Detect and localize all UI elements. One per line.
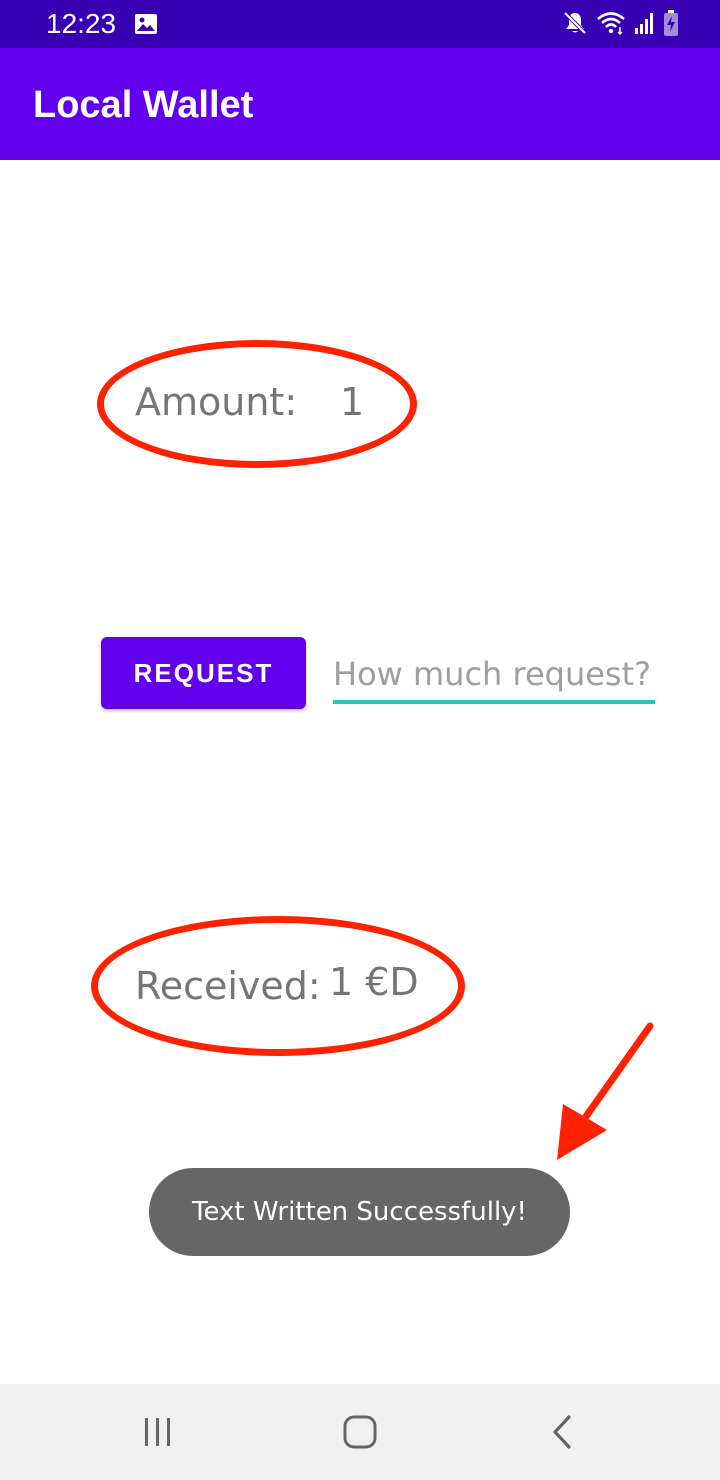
received-label: Received: xyxy=(135,964,321,1008)
recents-button[interactable] xyxy=(98,1384,218,1480)
amount-value: 1 xyxy=(340,380,365,424)
toast-text: Text Written Successfully! xyxy=(192,1197,527,1227)
app-bar: Local Wallet xyxy=(0,48,720,160)
back-icon xyxy=(553,1415,571,1449)
amount-label: Amount: xyxy=(135,380,298,424)
toast-message: Text Written Successfully! xyxy=(149,1168,570,1256)
main-content: Amount: 1 REQUEST Received: 1 €D Text Wr… xyxy=(0,160,720,1384)
recents-icon xyxy=(145,1418,170,1446)
mute-icon xyxy=(562,10,588,41)
home-button[interactable] xyxy=(300,1384,420,1480)
status-time: 12:23 xyxy=(46,8,117,39)
annotation-arrow-icon xyxy=(557,1022,654,1160)
received-value: 1 €D xyxy=(329,960,419,1004)
battery-charging-icon xyxy=(664,10,678,41)
navigation-bar xyxy=(0,1384,720,1480)
signal-icon xyxy=(634,11,656,40)
home-icon xyxy=(343,1415,377,1449)
status-bar: 12:23 xyxy=(0,0,720,48)
status-icons xyxy=(562,10,678,41)
wifi-icon xyxy=(596,11,626,40)
request-amount-input[interactable] xyxy=(333,648,655,704)
app-title: Local Wallet xyxy=(33,84,254,126)
gallery-icon xyxy=(134,13,158,40)
back-button[interactable] xyxy=(502,1384,622,1480)
request-button[interactable]: REQUEST xyxy=(101,637,306,709)
